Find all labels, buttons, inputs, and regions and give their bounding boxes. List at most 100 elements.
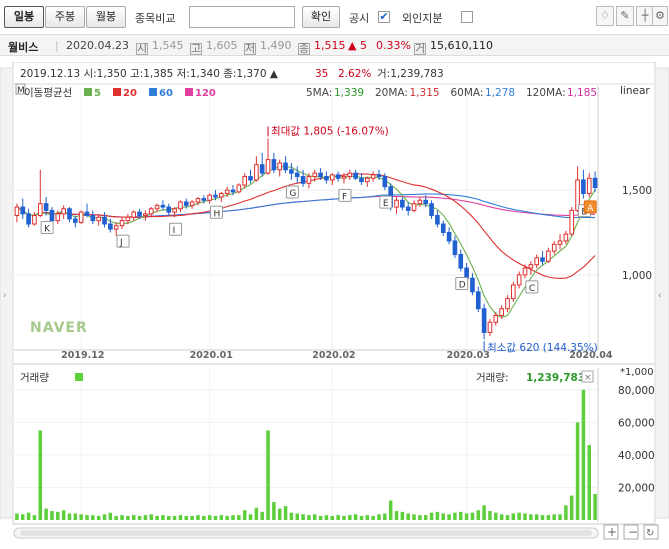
volume-bar (529, 514, 533, 520)
confirm-button[interactable]: 확인 (302, 6, 340, 28)
candle-body (470, 277, 475, 293)
volume-bar (581, 389, 586, 520)
candle-body (254, 164, 259, 181)
min-label: 최소값 620 (144.35%) (487, 342, 598, 354)
volume-bar (353, 514, 358, 520)
marker-label: E (383, 199, 389, 209)
chart-area: › ‹ 2019.12.13 시:1,350 고:1,385 저:1,340 종:1… (0, 61, 669, 546)
candle-body (224, 189, 230, 195)
volume-bar (301, 514, 305, 520)
candle-body (306, 176, 312, 184)
volume-bar (102, 514, 107, 520)
candle-body (55, 213, 61, 222)
ma-value-label: 60MA: (451, 87, 484, 99)
candle-body (102, 216, 107, 225)
volume-bar (85, 515, 89, 520)
volume-bar (149, 514, 153, 520)
candle-body (61, 208, 66, 215)
candle-body (347, 172, 353, 178)
disclosure-checkbox[interactable]: ✔ (378, 11, 390, 23)
candle-body (493, 315, 499, 323)
volume-bar (79, 514, 83, 520)
volume-bar (482, 505, 486, 520)
candle-body (376, 174, 382, 178)
ma-value: 1,278 (485, 87, 515, 99)
candle-body (248, 176, 253, 181)
candle-body (546, 250, 551, 262)
foreign-checkbox[interactable] (461, 11, 473, 23)
volume-bar (126, 515, 130, 520)
volume-bar (307, 515, 311, 520)
candle-body (195, 198, 201, 203)
monthly-button[interactable]: 월봉 (86, 6, 126, 28)
volume-bar (56, 511, 60, 520)
candle-body (528, 264, 534, 269)
volume-bar (423, 515, 428, 520)
candle-body (73, 218, 78, 223)
compare-input[interactable] (189, 6, 295, 28)
price-volume-chart[interactable]: › ‹ 2019.12.13 시:1,350 고:1,385 저:1,340 종:1… (0, 61, 669, 546)
candle-body (166, 206, 172, 213)
volume-close-x: × (584, 373, 592, 383)
volume-bar (219, 515, 224, 520)
candle-body (511, 284, 516, 300)
candle-body (540, 257, 545, 262)
crosshair-pct: 2.62% (338, 68, 371, 80)
volume-bar (441, 513, 445, 520)
volume-bar (464, 513, 469, 520)
ma-value: 1,315 (410, 87, 440, 99)
marker-label: J (119, 238, 123, 248)
candle-body (49, 209, 55, 222)
candle-body (423, 199, 429, 205)
candle-body (143, 213, 148, 217)
candle-body (446, 231, 452, 242)
volume-bar (371, 515, 375, 520)
candle-body (43, 203, 49, 211)
volume-bar (400, 511, 405, 520)
volume-value-label: 거래량: (476, 372, 509, 384)
candle-body (96, 216, 101, 222)
compare-label: 종목비교 (135, 12, 176, 25)
volume-bar (242, 510, 247, 520)
candle-body (160, 204, 166, 208)
candle-body (481, 308, 487, 333)
volume-bar (435, 511, 440, 520)
candle-body (458, 254, 464, 269)
volume-bar (295, 513, 299, 520)
volume-bar (499, 514, 504, 520)
bulb-icon[interactable]: ♢ (596, 6, 614, 26)
weekly-button[interactable]: 주봉 (45, 6, 85, 28)
daily-button[interactable]: 일봉 (4, 6, 44, 28)
candle-body (400, 199, 405, 208)
marker-box (116, 234, 130, 248)
candle-body (329, 174, 335, 181)
candle-body (113, 225, 119, 230)
candle-body (294, 172, 300, 178)
candle-body (417, 199, 423, 205)
volume-bar (488, 511, 492, 520)
volume-bar (593, 493, 597, 520)
left-arrow-icon: › (3, 291, 7, 301)
candle-body (183, 201, 189, 206)
volume-bar (365, 515, 370, 520)
candle-body (84, 211, 90, 217)
ma-value-label: 5MA: (306, 87, 332, 99)
candle-body (178, 201, 183, 210)
settings-icon[interactable]: ⚙ (652, 6, 668, 26)
volume-title: 거래량 (20, 372, 49, 384)
volume-bar (260, 511, 264, 520)
volume-bar (546, 515, 551, 520)
volume-bar (447, 514, 451, 520)
volume-total: 15,610,110 (430, 39, 493, 52)
draw-icon[interactable]: ✎ (616, 6, 634, 26)
candle-body (26, 213, 31, 225)
volume-bar (348, 515, 352, 520)
change-pct: 0.33% (376, 39, 411, 52)
volume-bar (184, 515, 189, 520)
candle-body (569, 209, 575, 235)
volume-panel-frame (12, 363, 656, 525)
candle-body (522, 267, 528, 276)
candle-body (271, 159, 277, 171)
scale-type-label: linear (620, 85, 650, 97)
volume-bar (383, 513, 387, 520)
